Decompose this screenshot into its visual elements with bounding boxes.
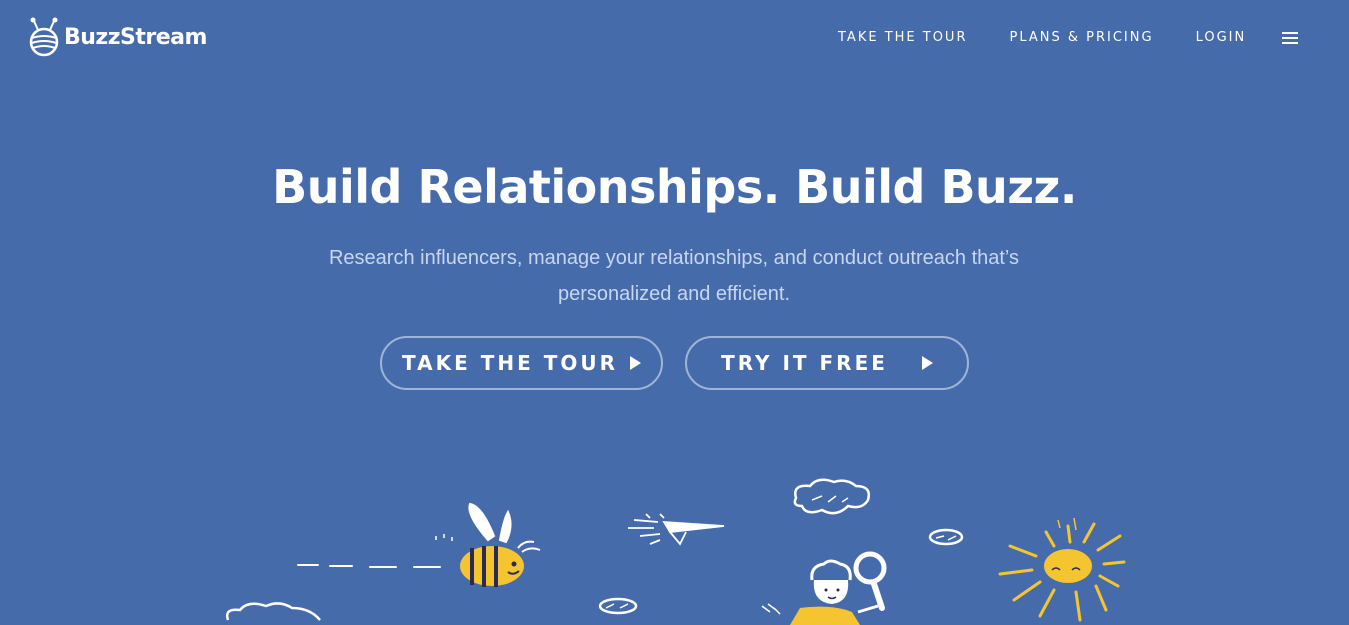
cloud-icon — [598, 597, 638, 615]
nav-login[interactable]: LOGIN — [1196, 30, 1247, 45]
play-arrow-icon — [629, 356, 641, 370]
child-with-magnifying-glass-icon — [761, 551, 887, 625]
nav-take-the-tour[interactable]: TAKE THE TOUR — [838, 30, 967, 45]
sun-icon — [998, 517, 1126, 622]
landing-page: BuzzStream TAKE THE TOUR PLANS & PRICING… — [0, 0, 1349, 625]
bee-icon — [435, 502, 541, 587]
yarn-ball-logo-icon — [29, 17, 59, 57]
logo-text: BuzzStream — [64, 24, 207, 50]
hero-illustration — [226, 478, 1126, 625]
try-it-free-button[interactable]: TRY IT FREE — [685, 336, 969, 390]
take-the-tour-button[interactable]: TAKE THE TOUR — [380, 336, 663, 390]
nav-plans-pricing[interactable]: PLANS & PRICING — [1009, 30, 1153, 45]
bee-trail — [297, 564, 441, 568]
take-the-tour-label: TAKE THE TOUR — [402, 351, 618, 375]
cloud-icon — [928, 528, 964, 546]
hamburger-menu-icon[interactable] — [1282, 31, 1299, 44]
cloud-icon — [793, 478, 870, 515]
paper-plane-icon — [628, 513, 725, 546]
hero-subtitle: Research influencers, manage your relati… — [328, 247, 1020, 305]
main-nav: TAKE THE TOUR PLANS & PRICING LOGIN — [838, 30, 1299, 45]
buzzstream-logo[interactable]: BuzzStream — [28, 16, 207, 58]
hero-title: Build Relationships. Build Buzz. — [272, 160, 1077, 214]
cloud-icon — [226, 602, 321, 621]
try-it-free-label: TRY IT FREE — [721, 351, 888, 375]
play-arrow-icon — [921, 356, 933, 370]
